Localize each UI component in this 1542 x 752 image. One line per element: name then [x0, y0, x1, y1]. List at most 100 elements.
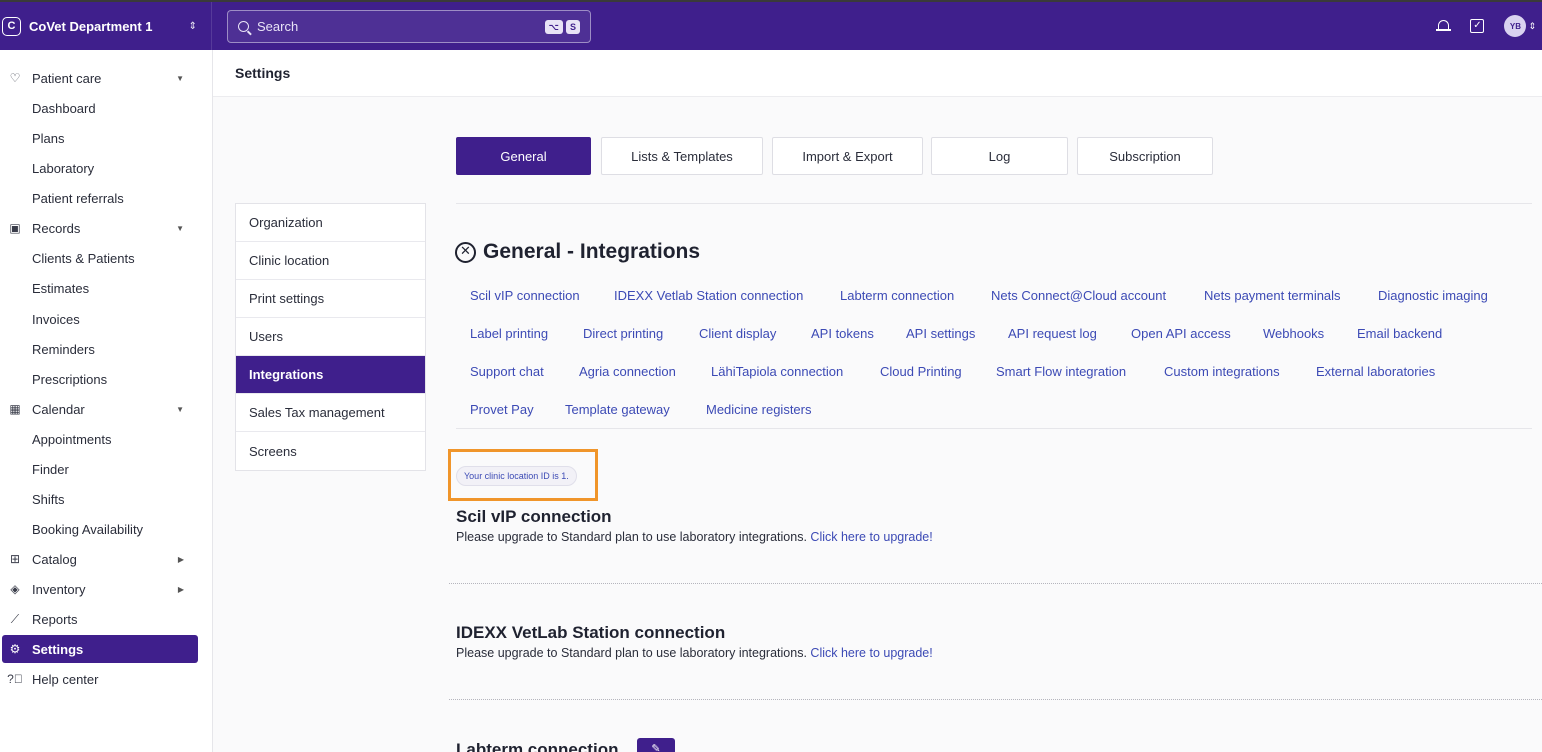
- catalog-icon: ⊞: [9, 552, 21, 566]
- idexx-vetlab-title: IDEXX VetLab Station connection: [456, 623, 726, 642]
- nav-inventory[interactable]: ◈ Inventory ▶: [0, 575, 212, 603]
- nav-booking-availability[interactable]: Booking Availability: [32, 515, 143, 543]
- option-key-icon: ⌥: [544, 19, 563, 34]
- nav-appointments[interactable]: Appointments: [32, 425, 112, 453]
- link-scil-vip[interactable]: Scil vIP connection: [470, 288, 580, 303]
- nav-clients-patients[interactable]: Clients & Patients: [32, 244, 135, 272]
- settings-menu-users[interactable]: Users: [236, 318, 425, 356]
- nav-reports[interactable]: ⟋ Reports: [0, 605, 212, 633]
- link-api-settings[interactable]: API settings: [906, 326, 975, 341]
- nav-invoices[interactable]: Invoices: [32, 305, 80, 333]
- link-diagnostic-imaging[interactable]: Diagnostic imaging: [1378, 288, 1488, 303]
- upgrade-message: Please upgrade to Standard plan to use l…: [456, 646, 807, 660]
- settings-menu: Organization Clinic location Print setti…: [235, 203, 426, 471]
- org-name: CoVet Department 1: [29, 18, 153, 34]
- link-direct-printing[interactable]: Direct printing: [583, 326, 663, 341]
- nav-finder[interactable]: Finder: [32, 455, 69, 483]
- labterm-title: Labterm connection: [456, 740, 619, 752]
- s-key: S: [565, 19, 580, 34]
- settings-menu-sales-tax[interactable]: Sales Tax management: [236, 394, 425, 432]
- calendar-icon: ▦: [9, 402, 21, 416]
- divider: [456, 203, 1532, 204]
- divider: [456, 428, 1532, 429]
- nav-reminders[interactable]: Reminders: [32, 335, 95, 363]
- link-api-tokens[interactable]: API tokens: [811, 326, 874, 341]
- tab-lists-templates[interactable]: Lists & Templates: [601, 137, 763, 175]
- link-nets-payment-terminals[interactable]: Nets payment terminals: [1204, 288, 1341, 303]
- tab-general[interactable]: General: [456, 137, 591, 175]
- link-email-backend[interactable]: Email backend: [1357, 326, 1442, 341]
- chevron-updown-icon: ⇕: [188, 20, 197, 32]
- tasks-checkbox-icon[interactable]: ✓: [1470, 19, 1485, 33]
- tab-log[interactable]: Log: [931, 137, 1068, 175]
- link-lahitapiola-connection[interactable]: LähiTapiola connection: [711, 364, 843, 379]
- link-cloud-printing[interactable]: Cloud Printing: [880, 364, 962, 379]
- nav-plans[interactable]: Plans: [32, 124, 65, 152]
- nav-dashboard[interactable]: Dashboard: [32, 94, 96, 122]
- organization-switcher[interactable]: C CoVet Department 1 ⇕: [0, 2, 212, 50]
- chevron-updown-icon: ⇕: [1528, 20, 1536, 31]
- sidebar: ♡ Patient care ▼ Dashboard Plans Laborat…: [0, 50, 213, 752]
- nav-patient-care[interactable]: ♡ Patient care ▼: [0, 64, 212, 92]
- link-agria-connection[interactable]: Agria connection: [579, 364, 676, 379]
- link-custom-integrations[interactable]: Custom integrations: [1164, 364, 1280, 379]
- nav-laboratory[interactable]: Laboratory: [32, 154, 94, 182]
- avatar: YB: [1504, 15, 1527, 37]
- nav-label: Records: [32, 220, 81, 236]
- section-divider: [449, 699, 1542, 700]
- tools-icon: [455, 241, 476, 263]
- nav-label: Inventory: [32, 581, 86, 597]
- link-support-chat[interactable]: Support chat: [470, 364, 544, 379]
- link-labterm[interactable]: Labterm connection: [840, 288, 954, 303]
- tab-import-export[interactable]: Import & Export: [772, 137, 923, 175]
- link-medicine-registers[interactable]: Medicine registers: [706, 402, 812, 417]
- link-external-laboratories[interactable]: External laboratories: [1316, 364, 1435, 379]
- upgrade-link[interactable]: Click here to upgrade!: [810, 530, 932, 544]
- link-nets-connect-cloud[interactable]: Nets Connect@Cloud account: [991, 288, 1166, 303]
- link-provet-pay[interactable]: Provet Pay: [470, 402, 534, 417]
- link-client-display[interactable]: Client display: [699, 326, 776, 341]
- page-title: Settings: [235, 65, 291, 81]
- chevron-down-icon: ▼: [176, 73, 184, 83]
- link-label-printing[interactable]: Label printing: [470, 326, 548, 341]
- nav-label: Reports: [32, 611, 78, 627]
- nav-records[interactable]: ▣ Records ▼: [0, 214, 212, 242]
- settings-menu-integrations[interactable]: Integrations: [236, 356, 425, 394]
- nav-calendar[interactable]: ▦ Calendar ▼: [0, 395, 212, 423]
- link-api-request-log[interactable]: API request log: [1008, 326, 1097, 341]
- nav-settings[interactable]: ⚙ Settings: [2, 635, 198, 663]
- chevron-down-icon: ▼: [176, 223, 184, 233]
- nav-catalog[interactable]: ⊞ Catalog ▶: [0, 545, 212, 573]
- page-header: Settings: [213, 50, 1542, 97]
- nav-help-center[interactable]: ?⃝ Help center: [0, 665, 212, 693]
- bell-icon[interactable]: [1436, 19, 1452, 33]
- section-title: General - Integrations: [455, 240, 700, 264]
- search-input[interactable]: [257, 19, 545, 34]
- settings-menu-screens[interactable]: Screens: [236, 432, 425, 470]
- settings-menu-organization[interactable]: Organization: [236, 204, 425, 242]
- settings-menu-print-settings[interactable]: Print settings: [236, 280, 425, 318]
- link-webhooks[interactable]: Webhooks: [1263, 326, 1324, 341]
- nav-estimates[interactable]: Estimates: [32, 274, 89, 302]
- edit-button[interactable]: ✎: [637, 738, 675, 752]
- upgrade-link[interactable]: Click here to upgrade!: [810, 646, 932, 660]
- nav-prescriptions[interactable]: Prescriptions: [32, 365, 107, 393]
- nav-label: Calendar: [32, 401, 85, 417]
- org-badge: C: [2, 16, 21, 36]
- help-icon: ?⃝: [7, 672, 23, 686]
- gear-icon: ⚙: [9, 642, 21, 656]
- tab-subscription[interactable]: Subscription: [1077, 137, 1213, 175]
- link-open-api-access[interactable]: Open API access: [1131, 326, 1231, 341]
- settings-menu-clinic-location[interactable]: Clinic location: [236, 242, 425, 280]
- nav-shifts[interactable]: Shifts: [32, 485, 65, 513]
- user-menu[interactable]: YB ⇕: [1504, 15, 1536, 37]
- link-template-gateway[interactable]: Template gateway: [565, 402, 670, 417]
- heart-pulse-icon: ♡: [9, 71, 21, 85]
- link-smart-flow[interactable]: Smart Flow integration: [996, 364, 1126, 379]
- link-idexx-vetlab[interactable]: IDEXX Vetlab Station connection: [614, 288, 803, 303]
- chevron-down-icon: ▼: [176, 404, 184, 414]
- folder-icon: ▣: [9, 221, 21, 235]
- upgrade-message: Please upgrade to Standard plan to use l…: [456, 530, 807, 544]
- nav-patient-referrals[interactable]: Patient referrals: [32, 184, 124, 212]
- search-bar[interactable]: ⌥ S: [227, 10, 591, 43]
